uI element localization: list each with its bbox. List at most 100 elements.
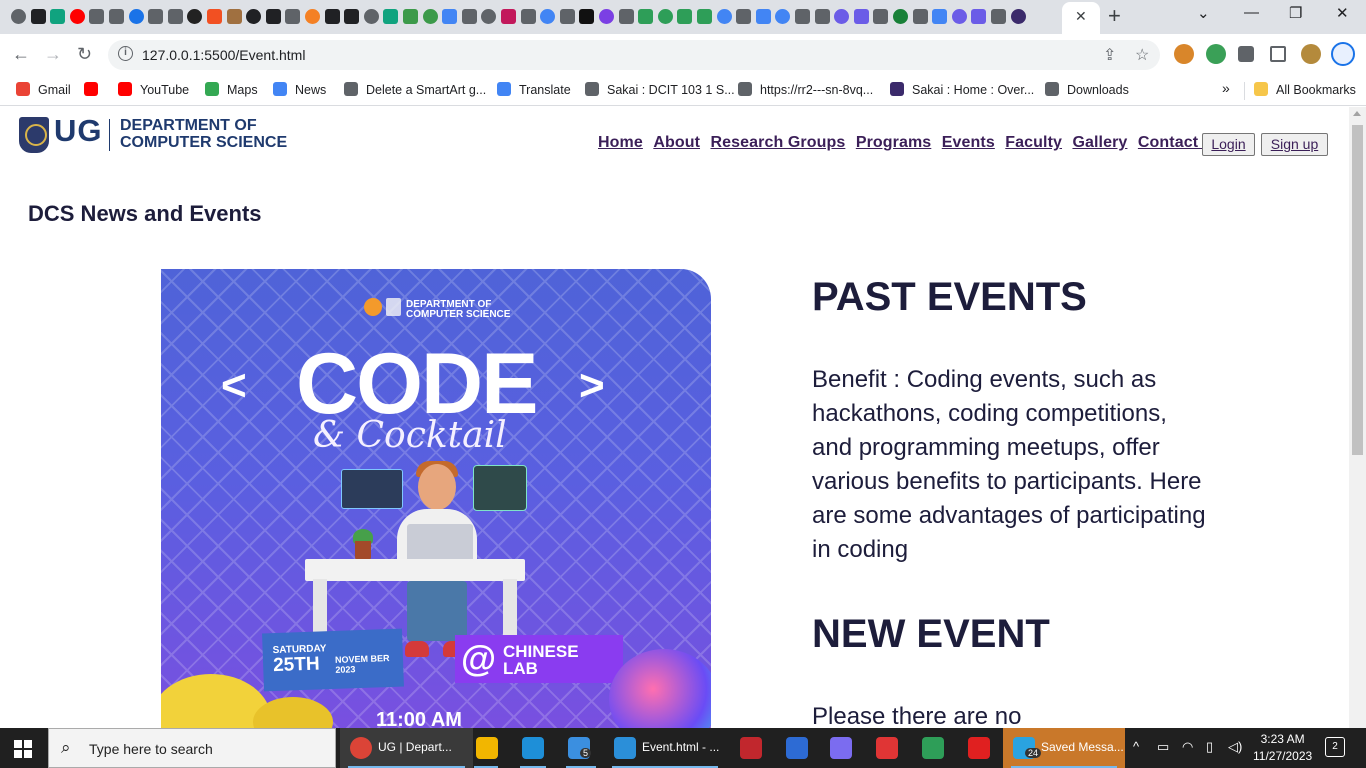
tab-favicon-icon[interactable]: [187, 9, 203, 24]
tab-favicon-icon[interactable]: [89, 9, 105, 24]
tab-favicon-icon[interactable]: [442, 9, 458, 24]
tab-search-icon[interactable]: ⌄: [1197, 4, 1210, 22]
extension-icon[interactable]: [1206, 44, 1226, 64]
taskbar-app[interactable]: [512, 728, 554, 768]
side-panel-icon[interactable]: [1270, 46, 1286, 62]
bookmark-item[interactable]: Sakai : Home : Over...: [890, 82, 1034, 97]
tab-favicon-icon[interactable]: [265, 9, 281, 24]
windows-start-icon[interactable]: [14, 740, 32, 758]
tab-favicon-icon[interactable]: [932, 9, 948, 24]
nav-home[interactable]: Home: [598, 134, 643, 151]
volume-icon[interactable]: ◁): [1228, 739, 1242, 755]
wifi-icon[interactable]: ◠: [1182, 739, 1193, 755]
tab-favicon-icon[interactable]: [971, 9, 987, 24]
taskbar-app[interactable]: [866, 728, 910, 768]
tab-favicon-icon[interactable]: [11, 9, 26, 24]
bookmark-item[interactable]: Sakai : DCIT 103 1 S...: [585, 82, 735, 97]
tab-favicon-icon[interactable]: [677, 9, 693, 24]
taskbar-search[interactable]: ⌕ Type here to search: [48, 728, 336, 768]
tab-favicon-icon[interactable]: [795, 9, 810, 24]
tab-favicon-icon[interactable]: [481, 9, 497, 24]
taskbar-app[interactable]: [776, 728, 818, 768]
bookmark-item[interactable]: [84, 82, 106, 97]
tab-favicon-icon[interactable]: [540, 9, 556, 24]
taskbar-app[interactable]: 5: [558, 728, 604, 768]
tab-favicon-icon[interactable]: [814, 9, 830, 24]
tab-favicon-icon[interactable]: [618, 9, 634, 24]
tab-favicon-icon[interactable]: [736, 9, 752, 24]
bookmarks-overflow-icon[interactable]: »: [1222, 80, 1230, 96]
tab-favicon-icon[interactable]: [1010, 9, 1026, 24]
tablet-icon[interactable]: ▯: [1206, 739, 1213, 755]
nav-programs[interactable]: Programs: [856, 134, 932, 151]
extension-icon[interactable]: [1174, 44, 1194, 64]
tab-favicon-icon[interactable]: [559, 9, 575, 24]
taskbar-app[interactable]: Event.html - ...: [604, 728, 726, 768]
bookmark-item[interactable]: YouTube: [118, 82, 189, 97]
login-button[interactable]: Login: [1202, 133, 1255, 156]
tab-favicon-icon[interactable]: [50, 9, 66, 24]
share-icon[interactable]: ⇪: [1103, 45, 1116, 65]
close-tab-icon[interactable]: ✕: [1075, 8, 1087, 25]
tab-favicon-icon[interactable]: [834, 9, 850, 24]
tab-favicon-icon[interactable]: [305, 9, 320, 24]
scroll-up-icon[interactable]: [1353, 111, 1361, 116]
close-window-icon[interactable]: ✕: [1336, 4, 1349, 22]
forward-icon[interactable]: →: [44, 44, 62, 65]
bookmark-item[interactable]: https://rr2---sn-8vq...: [738, 82, 873, 97]
tab-favicon-icon[interactable]: [638, 9, 654, 24]
bookmark-item[interactable]: News: [273, 82, 326, 97]
taskbar-app[interactable]: [912, 728, 956, 768]
avatar[interactable]: [1301, 44, 1321, 64]
tab-favicon-icon[interactable]: [324, 9, 340, 24]
signup-button[interactable]: Sign up: [1261, 133, 1328, 156]
active-tab[interactable]: ✕: [1062, 2, 1100, 34]
all-bookmarks[interactable]: All Bookmarks: [1254, 82, 1356, 97]
menu-icon[interactable]: [1331, 42, 1355, 66]
tab-favicon-icon[interactable]: [344, 9, 360, 24]
clock[interactable]: 3:23 AM 11/27/2023: [1253, 731, 1312, 765]
minimize-icon[interactable]: —: [1244, 4, 1259, 21]
tab-favicon-icon[interactable]: [657, 9, 673, 24]
tab-favicon-icon[interactable]: [226, 9, 242, 24]
restore-icon[interactable]: ❐: [1289, 4, 1302, 22]
tab-favicon-icon[interactable]: [148, 9, 164, 24]
tab-favicon-icon[interactable]: [599, 9, 614, 24]
tab-favicon-icon[interactable]: [383, 9, 399, 24]
nav-research-groups[interactable]: Research Groups: [710, 134, 845, 151]
tab-favicon-icon[interactable]: [991, 9, 1006, 24]
tab-favicon-icon[interactable]: [403, 9, 418, 24]
taskbar-app[interactable]: [730, 728, 772, 768]
tab-favicon-icon[interactable]: [755, 9, 771, 24]
tab-favicon-icon[interactable]: [30, 9, 46, 24]
nav-events[interactable]: Events: [942, 134, 995, 151]
tab-favicon-icon[interactable]: [167, 9, 183, 24]
tab-favicon-icon[interactable]: [873, 9, 889, 24]
bookmark-item[interactable]: Delete a SmartArt g...: [344, 82, 486, 97]
reload-icon[interactable]: ↻: [77, 44, 92, 65]
nav-gallery[interactable]: Gallery: [1072, 134, 1127, 151]
page-scrollbar[interactable]: [1349, 107, 1366, 728]
tab-favicon-icon[interactable]: [69, 9, 85, 24]
taskbar-app[interactable]: UG | Depart...: [340, 728, 473, 768]
tab-favicon-icon[interactable]: [697, 9, 712, 24]
nav-about[interactable]: About: [653, 134, 700, 151]
battery-icon[interactable]: ▭: [1157, 739, 1169, 755]
bookmark-item[interactable]: Maps: [205, 82, 258, 97]
new-tab-icon[interactable]: +: [1108, 3, 1121, 29]
scroll-thumb[interactable]: [1352, 125, 1363, 455]
bookmark-item[interactable]: Translate: [497, 82, 571, 97]
tab-favicon-icon[interactable]: [285, 9, 301, 24]
taskbar-app[interactable]: [466, 728, 506, 768]
site-info-icon[interactable]: i: [118, 46, 133, 61]
taskbar-app[interactable]: [820, 728, 864, 768]
url-text[interactable]: 127.0.0.1:5500/Event.html: [142, 47, 305, 63]
tab-favicon-icon[interactable]: [951, 9, 967, 24]
tab-favicon-icon[interactable]: [207, 9, 222, 24]
tab-favicon-icon[interactable]: [579, 9, 595, 24]
show-hidden-icons-icon[interactable]: ^: [1133, 739, 1139, 754]
taskbar-app[interactable]: [958, 728, 1002, 768]
tab-favicon-icon[interactable]: [363, 9, 379, 24]
tab-favicon-icon[interactable]: [109, 9, 124, 24]
address-bar[interactable]: i 127.0.0.1:5500/Event.html ⇪ ☆: [108, 40, 1160, 70]
